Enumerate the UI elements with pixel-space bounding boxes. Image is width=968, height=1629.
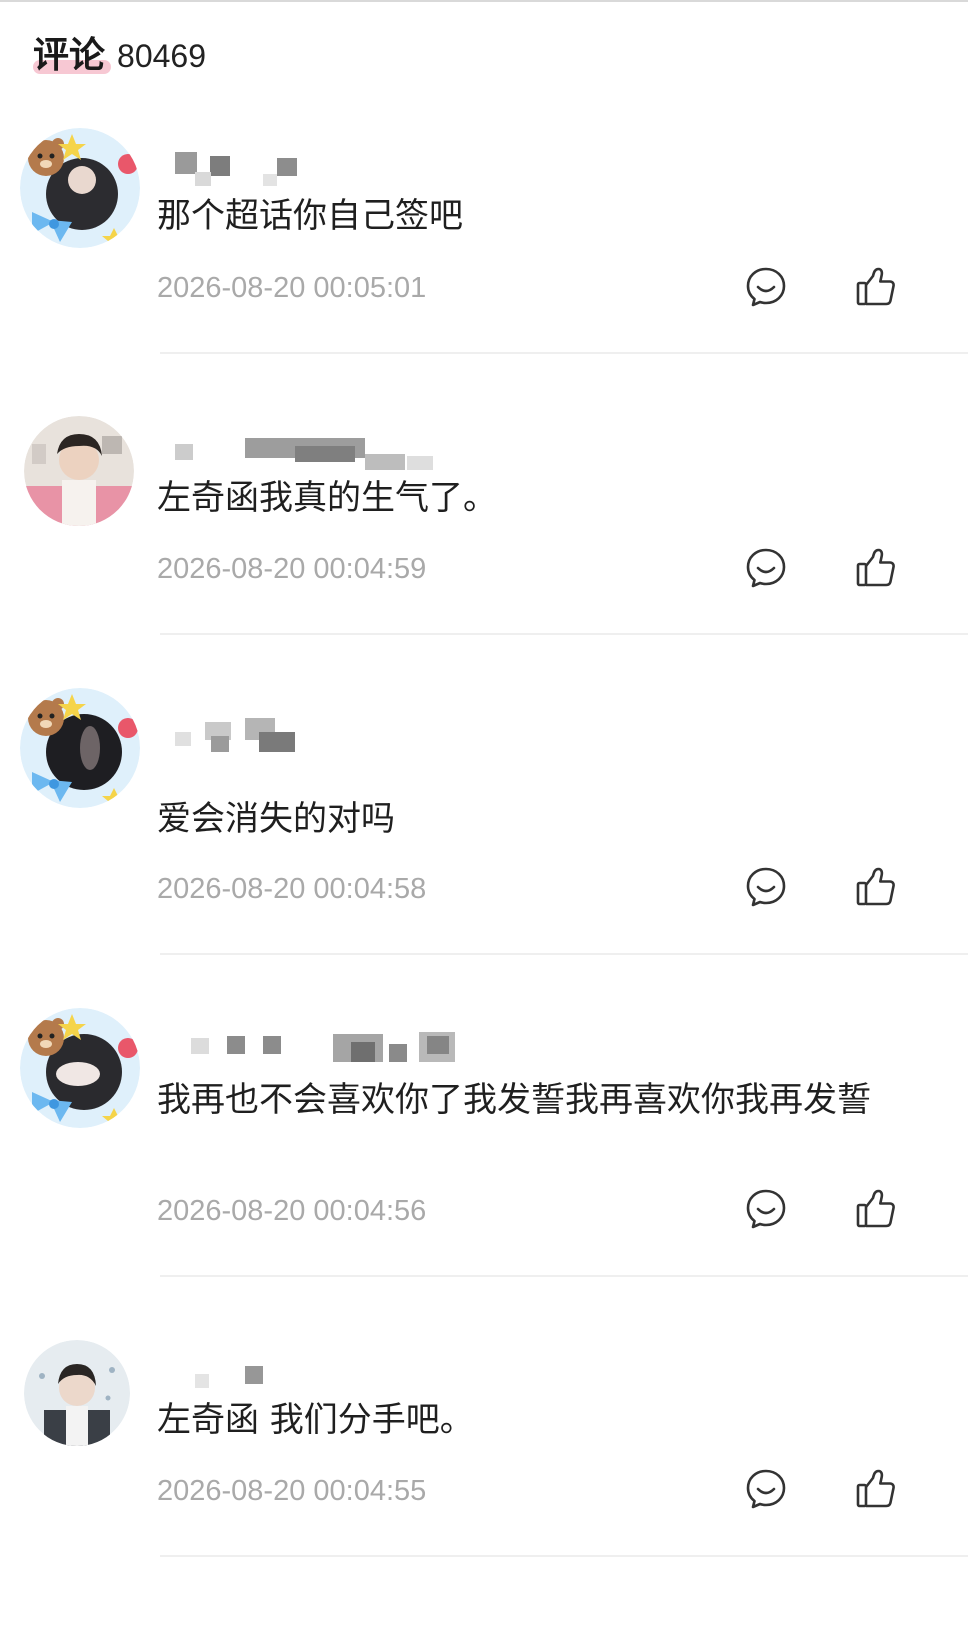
comment-timestamp: 2026-08-20 00:04:56 bbox=[157, 1195, 427, 1227]
comments-header: 评论 80469 bbox=[33, 22, 206, 82]
comment-timestamp: 2026-08-20 00:04:58 bbox=[157, 873, 427, 905]
comment-bubble-icon bbox=[746, 1469, 786, 1509]
photo-avatar[interactable] bbox=[24, 1340, 130, 1446]
thumbs-up-icon bbox=[856, 548, 895, 587]
username-blurred[interactable] bbox=[175, 718, 315, 752]
reply-button[interactable] bbox=[743, 864, 789, 910]
reply-button[interactable] bbox=[743, 264, 789, 310]
top-border bbox=[0, 0, 968, 2]
comment-text: 那个超话你自己签吧 bbox=[157, 196, 463, 236]
comment-divider bbox=[160, 1555, 968, 1557]
bear-frame-avatar[interactable] bbox=[20, 688, 140, 808]
photo-avatar[interactable] bbox=[24, 416, 134, 526]
comment-timestamp: 2026-08-20 00:04:55 bbox=[157, 1475, 427, 1507]
like-button[interactable] bbox=[853, 1466, 899, 1512]
thumbs-up-icon bbox=[856, 867, 895, 906]
reply-button[interactable] bbox=[743, 1186, 789, 1232]
comment-divider bbox=[160, 633, 968, 635]
comments-title-wrap: 评论 bbox=[33, 30, 111, 82]
comment-timestamp: 2026-08-20 00:05:01 bbox=[157, 272, 427, 304]
bear-frame-avatar[interactable] bbox=[20, 128, 140, 248]
comment-text: 我再也不会喜欢你了我发誓我再喜欢你我再发誓 bbox=[157, 1080, 871, 1120]
comment-bubble-icon bbox=[746, 867, 786, 907]
like-button[interactable] bbox=[853, 1186, 899, 1232]
username-blurred[interactable] bbox=[175, 152, 305, 186]
comment-divider bbox=[160, 352, 968, 354]
comments-title: 评论 bbox=[33, 35, 106, 76]
comment-bubble-icon bbox=[746, 1189, 786, 1229]
reply-button[interactable] bbox=[743, 545, 789, 591]
like-button[interactable] bbox=[853, 264, 899, 310]
thumbs-up-icon bbox=[856, 267, 895, 306]
like-button[interactable] bbox=[853, 864, 899, 910]
thumbs-up-icon bbox=[856, 1469, 895, 1508]
comment-divider bbox=[160, 953, 968, 955]
comment-text: 左奇函 我们分手吧。 bbox=[157, 1400, 474, 1440]
comment-text: 左奇函我真的生气了。 bbox=[157, 478, 497, 518]
comment-text: 爱会消失的对吗 bbox=[157, 799, 395, 839]
comment-bubble-icon bbox=[746, 267, 786, 307]
username-blurred[interactable] bbox=[175, 1030, 495, 1064]
comments-count: 80469 bbox=[117, 38, 206, 74]
username-blurred[interactable] bbox=[175, 436, 435, 470]
bear-frame-avatar[interactable] bbox=[20, 1008, 140, 1128]
comment-divider bbox=[160, 1275, 968, 1277]
comment-bubble-icon bbox=[746, 548, 786, 588]
reply-button[interactable] bbox=[743, 1466, 789, 1512]
comment-timestamp: 2026-08-20 00:04:59 bbox=[157, 553, 427, 585]
like-button[interactable] bbox=[853, 545, 899, 591]
thumbs-up-icon bbox=[856, 1189, 895, 1228]
username-blurred[interactable] bbox=[175, 1360, 275, 1394]
